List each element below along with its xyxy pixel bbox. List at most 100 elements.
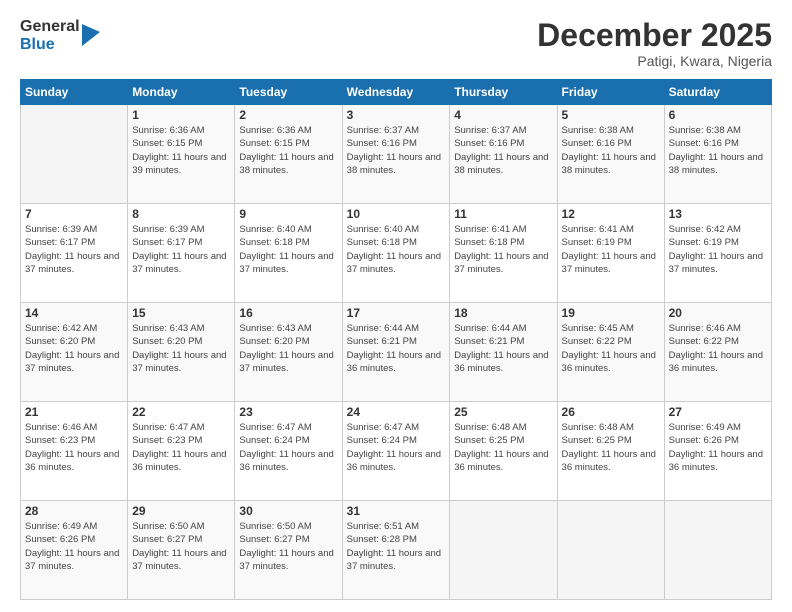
day-number: 17 xyxy=(347,306,446,320)
day-number: 31 xyxy=(347,504,446,518)
location: Patigi, Kwara, Nigeria xyxy=(537,53,772,69)
table-row: 6 Sunrise: 6:38 AMSunset: 6:16 PMDaylight… xyxy=(664,105,771,204)
col-sunday: Sunday xyxy=(21,80,128,105)
table-row: 7 Sunrise: 6:39 AMSunset: 6:17 PMDaylight… xyxy=(21,204,128,303)
table-row: 8 Sunrise: 6:39 AMSunset: 6:17 PMDaylight… xyxy=(128,204,235,303)
day-number: 15 xyxy=(132,306,230,320)
day-info: Sunrise: 6:44 AMSunset: 6:21 PMDaylight:… xyxy=(454,322,552,375)
day-number: 23 xyxy=(239,405,337,419)
table-row xyxy=(557,501,664,600)
table-row: 31 Sunrise: 6:51 AMSunset: 6:28 PMDayligh… xyxy=(342,501,450,600)
table-row xyxy=(450,501,557,600)
day-number: 18 xyxy=(454,306,552,320)
table-row: 9Sunrise: 6:40 AMSunset: 6:18 PMDaylight… xyxy=(235,204,342,303)
logo-icon xyxy=(82,24,100,46)
day-info: Sunrise: 6:36 AMSunset: 6:15 PMDaylight:… xyxy=(239,124,337,177)
day-number: 5 xyxy=(562,108,660,122)
table-row: 2 Sunrise: 6:36 AMSunset: 6:15 PMDaylight… xyxy=(235,105,342,204)
day-number: 12 xyxy=(562,207,660,221)
month-title: December 2025 xyxy=(537,18,772,53)
day-number: 11 xyxy=(454,207,552,221)
day-info: Sunrise: 6:49 AMSunset: 6:26 PMDaylight:… xyxy=(25,520,123,573)
day-info: Sunrise: 6:50 AMSunset: 6:27 PMDaylight:… xyxy=(132,520,230,573)
day-number: 21 xyxy=(25,405,123,419)
table-row: 14 Sunrise: 6:42 AMSunset: 6:20 PMDayligh… xyxy=(21,303,128,402)
day-info: Sunrise: 6:50 AMSunset: 6:27 PMDaylight:… xyxy=(239,520,337,573)
day-info: Sunrise: 6:47 AMSunset: 6:23 PMDaylight:… xyxy=(132,421,230,474)
day-info: Sunrise: 6:45 AMSunset: 6:22 PMDaylight:… xyxy=(562,322,660,375)
day-info: Sunrise: 6:38 AMSunset: 6:16 PMDaylight:… xyxy=(669,124,767,177)
table-row xyxy=(21,105,128,204)
table-row: 22 Sunrise: 6:47 AMSunset: 6:23 PMDayligh… xyxy=(128,402,235,501)
day-info: Sunrise: 6:48 AMSunset: 6:25 PMDaylight:… xyxy=(454,421,552,474)
table-row: 30Sunrise: 6:50 AMSunset: 6:27 PMDayligh… xyxy=(235,501,342,600)
header: General Blue December 2025 Patigi, Kwara… xyxy=(20,18,772,69)
day-info: Sunrise: 6:46 AMSunset: 6:23 PMDaylight:… xyxy=(25,421,123,474)
logo-blue: Blue xyxy=(20,36,80,54)
day-number: 24 xyxy=(347,405,446,419)
day-info: Sunrise: 6:40 AMSunset: 6:18 PMDaylight:… xyxy=(347,223,446,276)
day-number: 8 xyxy=(132,207,230,221)
day-number: 10 xyxy=(347,207,446,221)
calendar-table: Sunday Monday Tuesday Wednesday Thursday… xyxy=(20,79,772,600)
day-info: Sunrise: 6:40 AMSunset: 6:18 PMDaylight:… xyxy=(239,223,337,276)
table-row: 13Sunrise: 6:42 AMSunset: 6:19 PMDayligh… xyxy=(664,204,771,303)
day-info: Sunrise: 6:37 AMSunset: 6:16 PMDaylight:… xyxy=(347,124,446,177)
calendar-body: 1 Sunrise: 6:36 AMSunset: 6:15 PMDaylight… xyxy=(21,105,772,600)
day-number: 7 xyxy=(25,207,123,221)
day-info: Sunrise: 6:47 AMSunset: 6:24 PMDaylight:… xyxy=(239,421,337,474)
day-number: 3 xyxy=(347,108,446,122)
day-info: Sunrise: 6:42 AMSunset: 6:20 PMDaylight:… xyxy=(25,322,123,375)
day-number: 28 xyxy=(25,504,123,518)
col-friday: Friday xyxy=(557,80,664,105)
logo-general: General xyxy=(20,18,80,36)
page: General Blue December 2025 Patigi, Kwara… xyxy=(0,0,792,612)
day-info: Sunrise: 6:51 AMSunset: 6:28 PMDaylight:… xyxy=(347,520,446,573)
day-info: Sunrise: 6:36 AMSunset: 6:15 PMDaylight:… xyxy=(132,124,230,177)
table-row: 11 Sunrise: 6:41 AMSunset: 6:18 PMDayligh… xyxy=(450,204,557,303)
day-number: 25 xyxy=(454,405,552,419)
day-info: Sunrise: 6:42 AMSunset: 6:19 PMDaylight:… xyxy=(669,223,767,276)
day-info: Sunrise: 6:48 AMSunset: 6:25 PMDaylight:… xyxy=(562,421,660,474)
day-info: Sunrise: 6:39 AMSunset: 6:17 PMDaylight:… xyxy=(25,223,123,276)
table-row: 18 Sunrise: 6:44 AMSunset: 6:21 PMDayligh… xyxy=(450,303,557,402)
day-number: 6 xyxy=(669,108,767,122)
table-row: 12 Sunrise: 6:41 AMSunset: 6:19 PMDayligh… xyxy=(557,204,664,303)
day-info: Sunrise: 6:49 AMSunset: 6:26 PMDaylight:… xyxy=(669,421,767,474)
logo: General Blue xyxy=(20,18,100,53)
table-row: 1 Sunrise: 6:36 AMSunset: 6:15 PMDaylight… xyxy=(128,105,235,204)
day-number: 22 xyxy=(132,405,230,419)
table-row xyxy=(664,501,771,600)
day-number: 26 xyxy=(562,405,660,419)
col-wednesday: Wednesday xyxy=(342,80,450,105)
calendar-header: Sunday Monday Tuesday Wednesday Thursday… xyxy=(21,80,772,105)
day-number: 16 xyxy=(239,306,337,320)
day-info: Sunrise: 6:47 AMSunset: 6:24 PMDaylight:… xyxy=(347,421,446,474)
col-tuesday: Tuesday xyxy=(235,80,342,105)
day-number: 27 xyxy=(669,405,767,419)
day-info: Sunrise: 6:43 AMSunset: 6:20 PMDaylight:… xyxy=(239,322,337,375)
day-number: 19 xyxy=(562,306,660,320)
day-number: 2 xyxy=(239,108,337,122)
day-info: Sunrise: 6:41 AMSunset: 6:18 PMDaylight:… xyxy=(454,223,552,276)
day-number: 4 xyxy=(454,108,552,122)
table-row: 28 Sunrise: 6:49 AMSunset: 6:26 PMDayligh… xyxy=(21,501,128,600)
table-row: 21 Sunrise: 6:46 AMSunset: 6:23 PMDayligh… xyxy=(21,402,128,501)
day-info: Sunrise: 6:41 AMSunset: 6:19 PMDaylight:… xyxy=(562,223,660,276)
day-number: 14 xyxy=(25,306,123,320)
day-number: 1 xyxy=(132,108,230,122)
table-row: 5 Sunrise: 6:38 AMSunset: 6:16 PMDaylight… xyxy=(557,105,664,204)
day-info: Sunrise: 6:39 AMSunset: 6:17 PMDaylight:… xyxy=(132,223,230,276)
table-row: 16 Sunrise: 6:43 AMSunset: 6:20 PMDayligh… xyxy=(235,303,342,402)
table-row: 29 Sunrise: 6:50 AMSunset: 6:27 PMDayligh… xyxy=(128,501,235,600)
col-monday: Monday xyxy=(128,80,235,105)
table-row: 3 Sunrise: 6:37 AMSunset: 6:16 PMDaylight… xyxy=(342,105,450,204)
col-thursday: Thursday xyxy=(450,80,557,105)
day-info: Sunrise: 6:46 AMSunset: 6:22 PMDaylight:… xyxy=(669,322,767,375)
table-row: 24 Sunrise: 6:47 AMSunset: 6:24 PMDayligh… xyxy=(342,402,450,501)
day-number: 29 xyxy=(132,504,230,518)
day-info: Sunrise: 6:37 AMSunset: 6:16 PMDaylight:… xyxy=(454,124,552,177)
table-row: 20 Sunrise: 6:46 AMSunset: 6:22 PMDayligh… xyxy=(664,303,771,402)
day-info: Sunrise: 6:38 AMSunset: 6:16 PMDaylight:… xyxy=(562,124,660,177)
day-number: 20 xyxy=(669,306,767,320)
